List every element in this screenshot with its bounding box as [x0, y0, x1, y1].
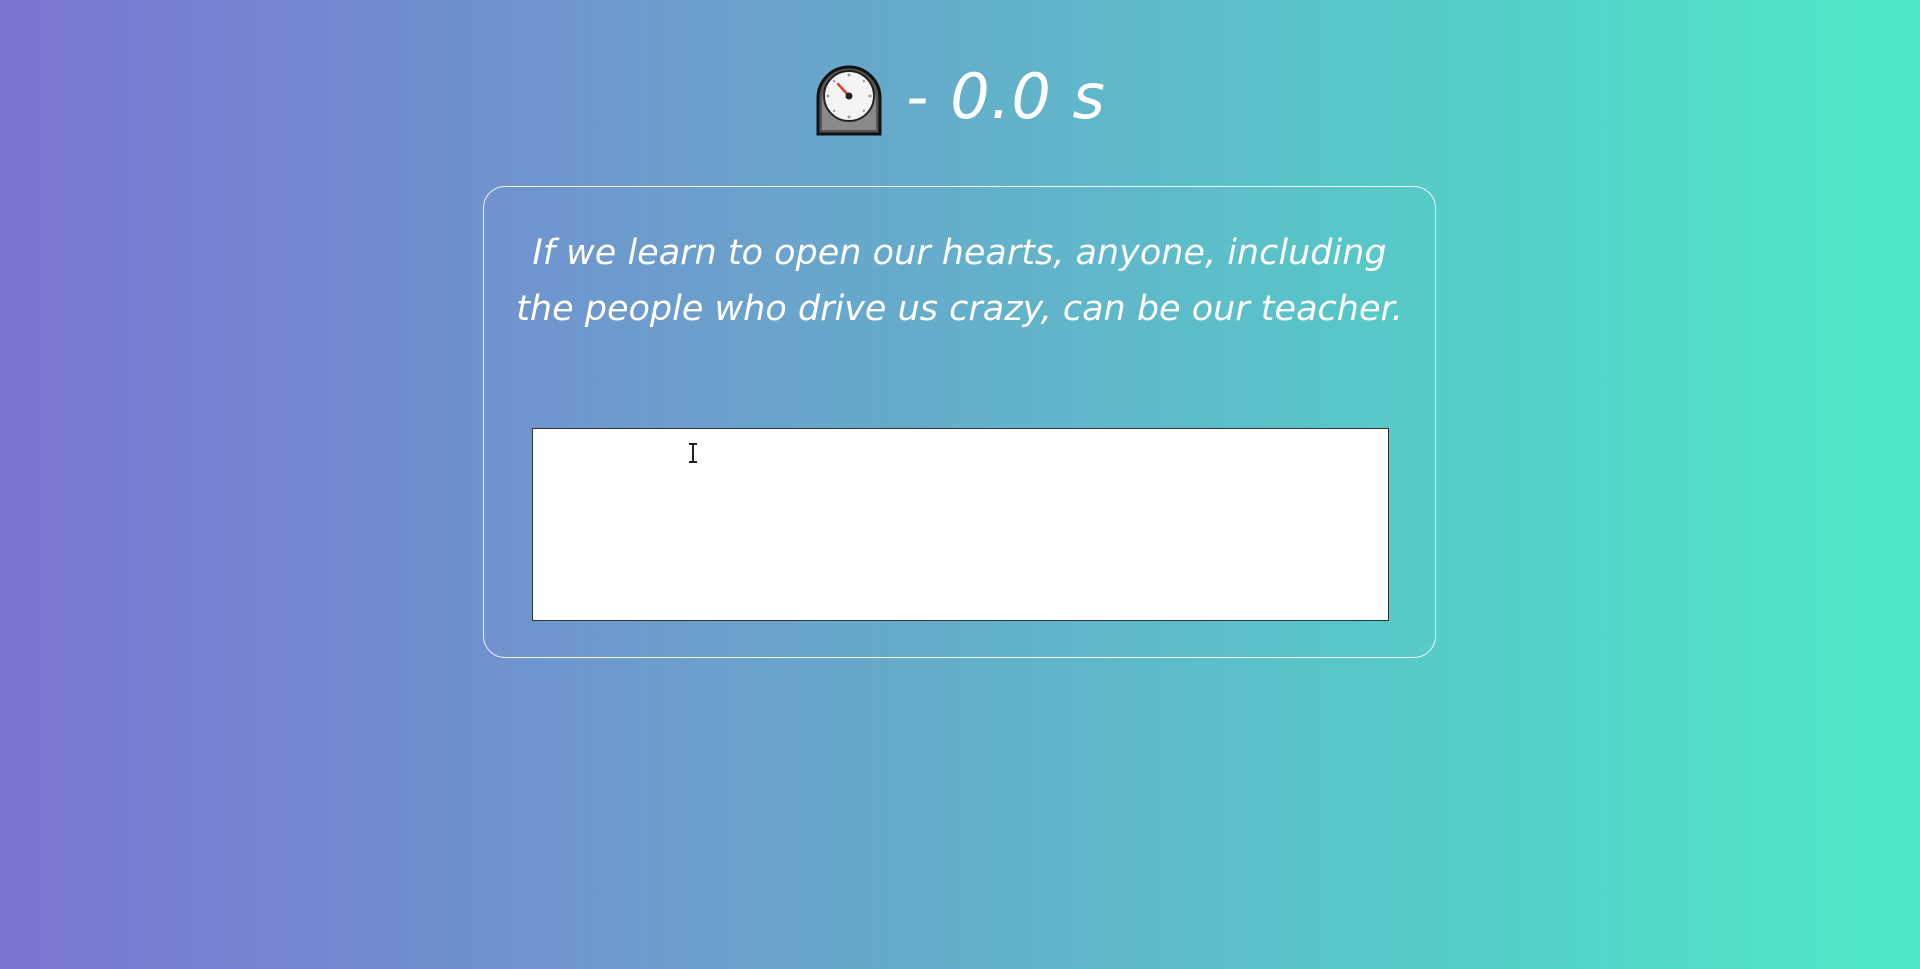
typing-input[interactable] [532, 428, 1389, 621]
quote-text: If we learn to open our hearts, anyone, … [516, 233, 1403, 329]
timer-display: - 0.0 s [0, 62, 1920, 136]
stopwatch-icon [816, 65, 882, 136]
typing-card: If we learn to open our hearts, anyone, … [483, 186, 1436, 658]
elapsed-time: - 0.0 s [906, 60, 1106, 133]
